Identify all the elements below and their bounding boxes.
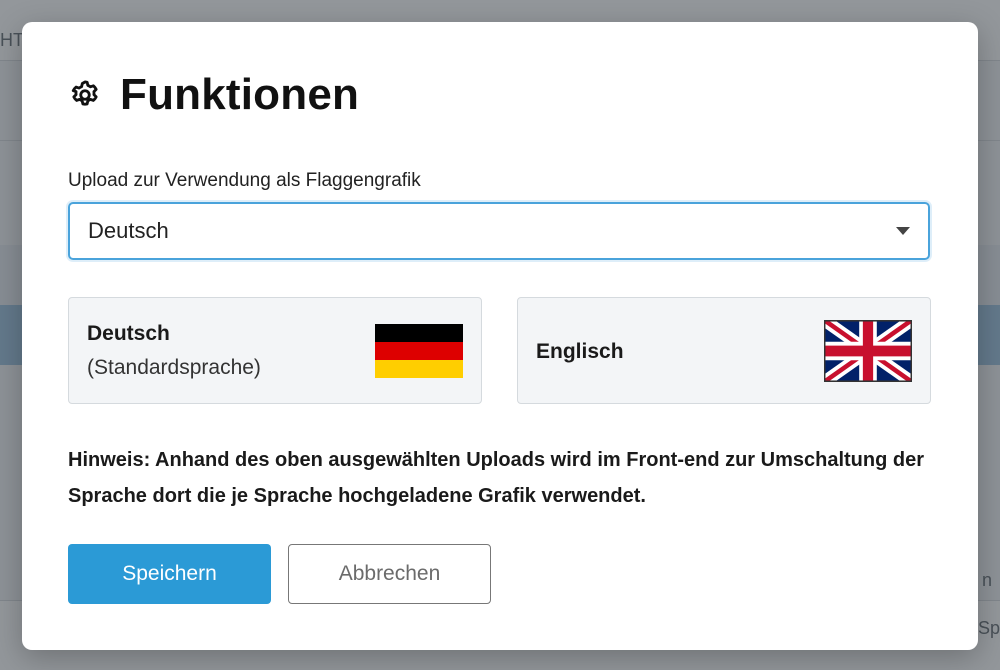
language-card-deutsch[interactable]: Deutsch (Standardsprache) [68,297,482,404]
save-button[interactable]: Speichern [68,544,271,604]
language-name: Englisch [536,340,624,363]
language-card-englisch[interactable]: Englisch [517,297,931,404]
german-flag-icon [375,324,463,378]
language-name: Deutsch [87,322,170,345]
dialog-title: Funktionen [120,70,360,119]
dialog-header: Funktionen [68,70,359,120]
flag-upload-label: Upload zur Verwendung als Flaggengrafik [68,170,421,191]
gear-icon [68,78,102,112]
flag-upload-select[interactable]: Deutsch [68,202,930,260]
functions-dialog: Funktionen Upload zur Verwendung als Fla… [22,22,978,650]
uk-flag-icon [824,320,912,382]
cancel-button[interactable]: Abbrechen [288,544,491,604]
hint-text: Hinweis: Anhand des oben ausgewählten Up… [68,449,925,507]
select-value: Deutsch [88,218,169,243]
caret-down-icon [896,227,910,235]
language-subtitle: (Standardsprache) [87,356,261,379]
